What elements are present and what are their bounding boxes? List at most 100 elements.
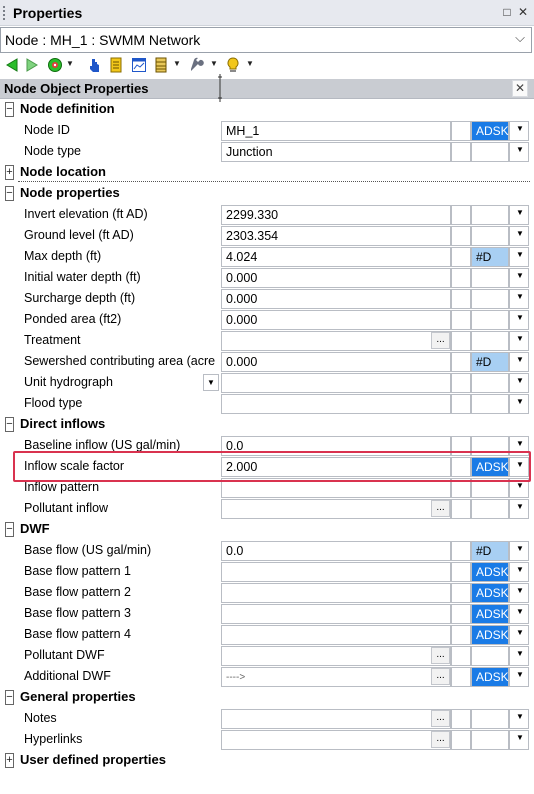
flag-dropdown-button[interactable]: ▼ [509,499,529,519]
data-flag-badge[interactable]: ADSK [471,562,509,582]
invert-elevation-field[interactable]: 2299.330 [221,205,451,225]
max-depth-field[interactable]: 4.024 [221,247,451,267]
data-flag-cell[interactable] [471,268,509,288]
base-flow-field[interactable]: 0.0 [221,541,451,561]
collapse-toggle[interactable]: − [5,417,14,432]
expand-toggle[interactable]: + [5,753,14,768]
collapse-toggle[interactable]: − [5,690,14,705]
section-general-properties[interactable]: − General properties [0,687,534,708]
ponded-area-field[interactable]: 0.000 [221,310,451,330]
data-flag-badge[interactable]: ADSK [471,667,509,687]
back-arrow-icon[interactable] [4,57,20,73]
treatment-ellipsis-button[interactable]: ... [431,332,450,349]
data-flag-badge[interactable]: #D [471,247,509,267]
section-node-properties[interactable]: − Node properties [0,183,534,204]
restore-window-button[interactable]: □ [500,5,514,19]
data-flag-cell[interactable] [471,205,509,225]
node-type-field[interactable]: Junction [221,142,451,162]
pollutant-dwf-ellipsis-button[interactable]: ... [431,647,450,664]
pollutant-inflow-ellipsis-button[interactable]: ... [431,500,450,517]
chart-window-icon[interactable] [131,57,147,73]
additional-dwf-ellipsis-button[interactable]: ... [431,668,450,685]
node-id-field[interactable]: MH_1 [221,121,451,141]
pointer-hand-icon[interactable] [86,57,102,73]
section-dwf[interactable]: − DWF [0,519,534,540]
section-node-location[interactable]: + Node location [0,162,534,183]
help-dropdown-icon[interactable]: ▼ [246,59,254,68]
collapse-toggle[interactable]: − [5,102,14,117]
data-flag-cell[interactable] [471,310,509,330]
data-flag-cell[interactable] [471,499,509,519]
unit-hydrograph-dropdown-button[interactable]: ▼ [203,374,219,391]
document-icon[interactable] [108,57,124,73]
flag-dropdown-button[interactable]: ▼ [509,289,529,309]
ground-level-field[interactable]: 2303.354 [221,226,451,246]
chevron-down-icon[interactable]: ⌵ [515,30,525,46]
wrench-icon[interactable] [189,57,205,73]
data-flag-badge[interactable]: ADSK [471,583,509,603]
flag-dropdown-button[interactable]: ▼ [509,667,529,687]
flag-dropdown-button[interactable]: ▼ [509,331,529,351]
data-flag-badge[interactable]: ADSK [471,625,509,645]
collapse-toggle[interactable]: − [5,522,14,537]
close-window-button[interactable]: ✕ [516,5,530,19]
notes-field[interactable] [221,709,451,729]
close-panel-button[interactable]: ✕ [512,80,528,97]
data-flag-cell[interactable] [471,289,509,309]
section-user-defined-properties[interactable]: + User defined properties [0,750,534,771]
node-selector-dropdown[interactable]: Node : MH_1 : SWMM Network ⌵ [0,27,532,53]
additional-dwf-field[interactable]: ----> [221,667,451,687]
flag-dropdown-button[interactable]: ▼ [509,604,529,624]
flag-dropdown-button[interactable]: ▼ [509,352,529,372]
splitter-handle-icon[interactable] [218,74,222,102]
flag-dropdown-button[interactable]: ▼ [509,226,529,246]
surcharge-depth-field[interactable]: 0.000 [221,289,451,309]
data-flag-cell[interactable] [471,730,509,750]
base-flow-pattern-1-field[interactable] [221,562,451,582]
section-direct-inflows[interactable]: − Direct inflows [0,414,534,435]
database-dropdown-icon[interactable]: ▼ [173,59,181,68]
flag-dropdown-button[interactable]: ▼ [509,562,529,582]
notes-ellipsis-button[interactable]: ... [431,710,450,727]
flag-dropdown-button[interactable]: ▼ [509,121,529,141]
flag-dropdown-button[interactable]: ▼ [509,394,529,414]
base-flow-pattern-2-field[interactable] [221,583,451,603]
pollutant-dwf-field[interactable] [221,646,451,666]
initial-water-depth-field[interactable]: 0.000 [221,268,451,288]
drag-grip-icon[interactable] [3,6,6,20]
pollutant-inflow-field[interactable] [221,499,451,519]
flag-dropdown-button[interactable]: ▼ [509,646,529,666]
flag-dropdown-button[interactable]: ▼ [509,709,529,729]
expand-toggle[interactable]: + [5,165,14,180]
flag-dropdown-button[interactable]: ▼ [509,205,529,225]
data-flag-badge[interactable]: ADSK [471,121,509,141]
data-flag-badge[interactable]: #D [471,541,509,561]
forward-arrow-icon[interactable] [24,57,40,73]
data-flag-cell[interactable] [471,709,509,729]
data-flag-cell[interactable] [471,331,509,351]
section-node-definition[interactable]: − Node definition [0,99,534,120]
flag-dropdown-button[interactable]: ▼ [509,625,529,645]
flag-dropdown-button[interactable]: ▼ [509,541,529,561]
database-icon[interactable] [153,57,169,73]
sewershed-area-field[interactable]: 0.000 [221,352,451,372]
flag-dropdown-button[interactable]: ▼ [509,268,529,288]
color-wheel-icon[interactable] [47,57,63,73]
hyperlinks-field[interactable] [221,730,451,750]
data-flag-cell[interactable] [471,142,509,162]
data-flag-cell[interactable] [471,373,509,393]
data-flag-cell[interactable] [471,646,509,666]
flag-dropdown-button[interactable]: ▼ [509,142,529,162]
base-flow-pattern-4-field[interactable] [221,625,451,645]
data-flag-badge[interactable]: #D [471,352,509,372]
color-wheel-dropdown-icon[interactable]: ▼ [66,59,74,68]
hyperlinks-ellipsis-button[interactable]: ... [431,731,450,748]
data-flag-cell[interactable] [471,394,509,414]
data-flag-cell[interactable] [471,226,509,246]
flag-dropdown-button[interactable]: ▼ [509,730,529,750]
flag-dropdown-button[interactable]: ▼ [509,310,529,330]
collapse-toggle[interactable]: − [5,186,14,201]
data-flag-badge[interactable]: ADSK [471,604,509,624]
help-bulb-icon[interactable] [225,57,241,73]
base-flow-pattern-3-field[interactable] [221,604,451,624]
